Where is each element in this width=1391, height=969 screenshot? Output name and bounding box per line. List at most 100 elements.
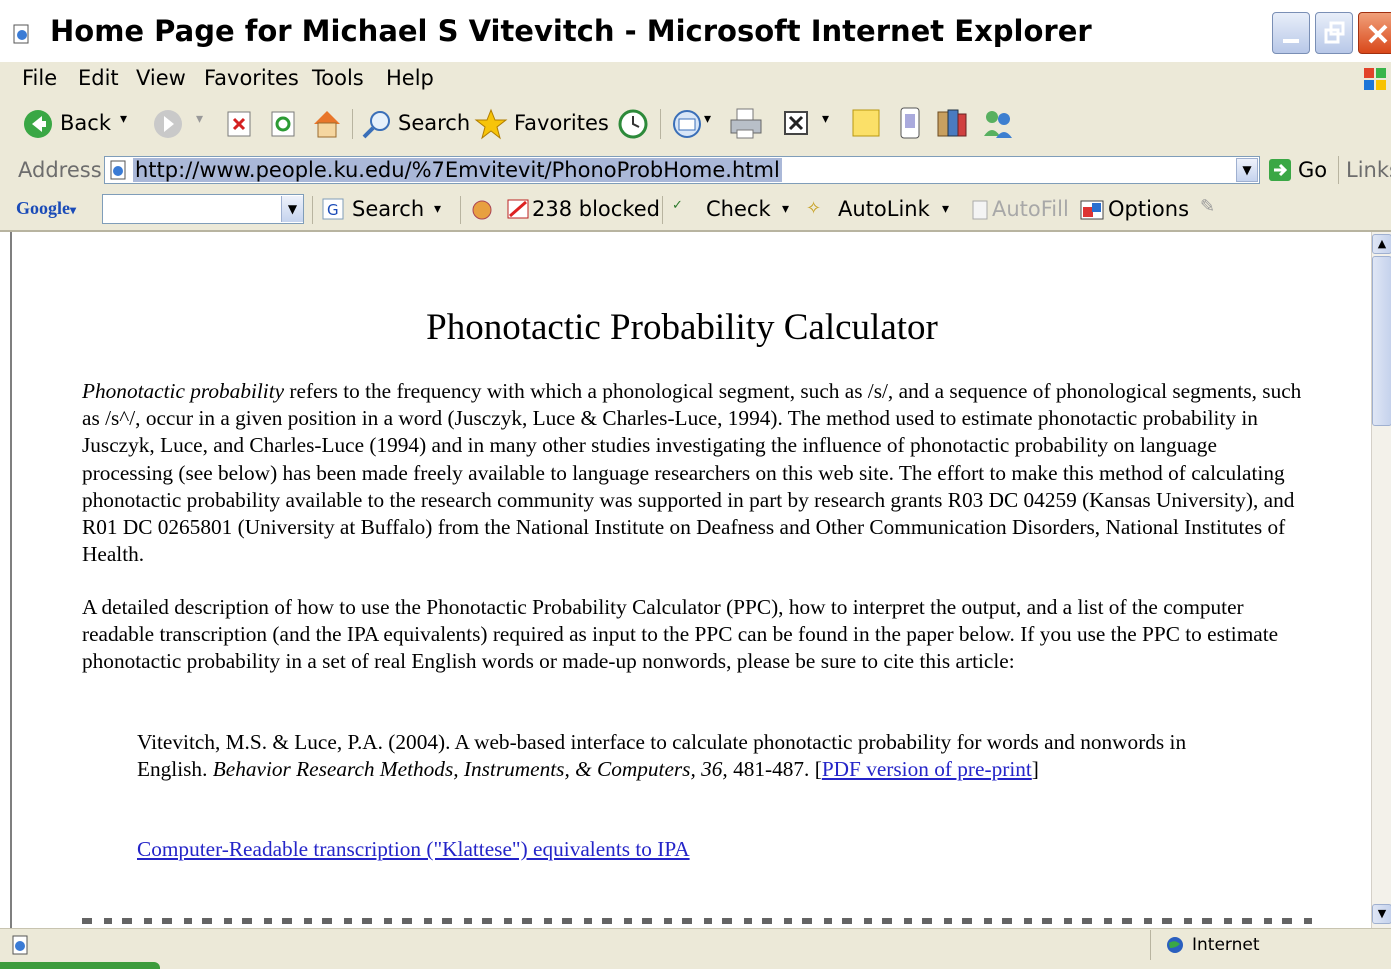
internet-globe-icon (1167, 937, 1183, 953)
address-dropdown-button[interactable]: ▼ (1236, 158, 1258, 182)
edit-dropdown-icon[interactable]: ▾ (822, 111, 829, 127)
scroll-down-button[interactable]: ▼ (1372, 904, 1391, 924)
restore-icon (1324, 21, 1345, 44)
history-icon[interactable] (616, 107, 650, 141)
page-favicon-icon (110, 160, 126, 180)
favorites-button[interactable]: Favorites (474, 108, 609, 140)
toolbar-separator (660, 109, 661, 139)
pencil-icon[interactable]: ✎ (1200, 196, 1215, 217)
links-label[interactable]: Links (1346, 158, 1391, 182)
popup-blocker-button[interactable]: 238 blocked (506, 196, 660, 224)
go-label: Go (1298, 158, 1328, 182)
refresh-icon[interactable] (270, 110, 296, 138)
options-icon (1080, 200, 1104, 220)
address-bar: Address http://www.people.ku.edu/%7Emvit… (0, 152, 1391, 191)
spellcheck-icon: ✓ (672, 198, 683, 213)
google-logo-button[interactable]: Google▾ (16, 198, 76, 219)
google-dropdown-icon: ▾ (70, 203, 77, 217)
print-icon[interactable] (728, 106, 764, 140)
autolink-wand-icon: ✧ (806, 198, 822, 219)
options-button[interactable]: Options (1080, 196, 1190, 224)
scroll-thumb[interactable] (1372, 256, 1391, 426)
back-dropdown-icon[interactable]: ▾ (120, 111, 127, 127)
pagerank-icon[interactable] (470, 198, 496, 222)
pdf-preprint-link[interactable]: PDF version of pre-print (822, 757, 1032, 781)
google-search-dropdown-icon: ▾ (434, 201, 442, 217)
scroll-up-button[interactable]: ▲ (1372, 234, 1391, 254)
search-icon (362, 111, 390, 139)
menu-file[interactable]: File (22, 66, 57, 90)
forward-dropdown-icon[interactable]: ▾ (196, 111, 203, 127)
menu-view[interactable]: View (136, 66, 186, 90)
go-arrow-icon (1269, 159, 1291, 181)
search-label: Search (398, 111, 471, 135)
stop-icon[interactable] (226, 110, 252, 138)
google-search-button[interactable]: G Search ▾ (320, 196, 450, 224)
toolbar-separator (460, 196, 461, 224)
popup-blocked-icon (507, 199, 529, 219)
citation-pages: 481-487. [ (727, 757, 822, 782)
google-search-dropdown[interactable]: ▼ (281, 196, 303, 222)
status-bar: Internet (0, 928, 1391, 961)
autofill-button[interactable]: AutoFill (970, 196, 1070, 224)
forward-arrow-icon[interactable] (152, 108, 184, 140)
chevron-down-icon: ▼ (1377, 907, 1387, 920)
chevron-down-icon: ▼ (287, 202, 298, 216)
autolink-dropdown-icon: ▾ (942, 201, 950, 217)
menu-favorites[interactable]: Favorites (204, 66, 299, 90)
menu-help[interactable]: Help (386, 66, 434, 90)
toolbar-separator (312, 196, 313, 224)
toolbar-separator (662, 196, 663, 224)
notes-icon[interactable] (850, 107, 882, 139)
google-search-input[interactable]: ▼ (102, 194, 304, 224)
status-separator (1150, 930, 1151, 960)
edit-icon[interactable] (782, 109, 810, 137)
address-label: Address (18, 158, 102, 182)
google-toolbar: Google▾ ▼ G Search ▾ 238 blocked ✓ Check… (0, 190, 1391, 232)
close-icon (1368, 24, 1388, 44)
back-arrow-icon (24, 110, 52, 138)
close-button[interactable] (1358, 12, 1391, 54)
vertical-scrollbar[interactable]: ▲ ▼ (1371, 232, 1391, 928)
google-search-label: Search (352, 197, 425, 221)
mail-dropdown-icon[interactable]: ▾ (704, 111, 711, 127)
menu-tools[interactable]: Tools (312, 66, 364, 90)
taskbar-strip (0, 960, 1391, 969)
restore-button[interactable] (1315, 12, 1353, 54)
search-button[interactable]: Search (360, 108, 470, 140)
contacts-icon[interactable] (980, 106, 1016, 140)
minimize-icon (1283, 39, 1299, 43)
page-title: Phonotactic Probability Calculator (426, 307, 938, 348)
address-input[interactable]: http://www.people.ku.edu/%7Emvitevit/Pho… (104, 156, 1260, 184)
autolink-button[interactable]: ✧ AutoLink ▾ (806, 196, 956, 224)
autolink-label: AutoLink (838, 197, 930, 221)
intro-term: Phonotactic probability (82, 379, 285, 403)
ie-page-icon (13, 24, 29, 44)
autofill-icon (972, 200, 988, 220)
klattese-link-container: Computer-Readable transcription ("Klatte… (137, 836, 1237, 863)
go-button[interactable]: Go (1266, 156, 1334, 184)
citation-instructions: A detailed description of how to use the… (82, 595, 1279, 674)
back-button[interactable]: Back ▾ (18, 108, 140, 140)
citation-journal: Behavior Research Methods, Instruments, … (212, 757, 728, 782)
chevron-up-icon: ▲ (1377, 237, 1387, 250)
svg-text:G: G (327, 201, 339, 219)
start-button[interactable] (0, 962, 160, 969)
messenger-icon[interactable] (896, 106, 924, 140)
intro-paragraph: Phonotactic probability refers to the fr… (82, 378, 1312, 568)
toolbar-separator (1338, 156, 1339, 184)
favorites-star-icon (474, 108, 508, 140)
home-icon[interactable] (310, 106, 344, 140)
windows-logo-icon (1364, 68, 1386, 90)
research-icon[interactable] (934, 106, 968, 140)
klattese-ipa-link[interactable]: Computer-Readable transcription ("Klatte… (137, 837, 690, 861)
page-status-icon (12, 935, 28, 955)
minimize-button[interactable] (1272, 12, 1310, 54)
page-content: Phonotactic Probability Calculator Phono… (10, 232, 1368, 928)
spell-check-button[interactable]: ✓ Check ▾ (672, 196, 792, 224)
mail-icon[interactable] (670, 107, 704, 141)
window-title: Home Page for Michael S Vitevitch - Micr… (50, 14, 1092, 48)
menu-edit[interactable]: Edit (78, 66, 119, 90)
address-url-text: http://www.people.ku.edu/%7Emvitevit/Pho… (133, 158, 782, 182)
standard-toolbar: Back ▾ ▾ Search Favorites ▾ ▾ (0, 96, 1391, 153)
